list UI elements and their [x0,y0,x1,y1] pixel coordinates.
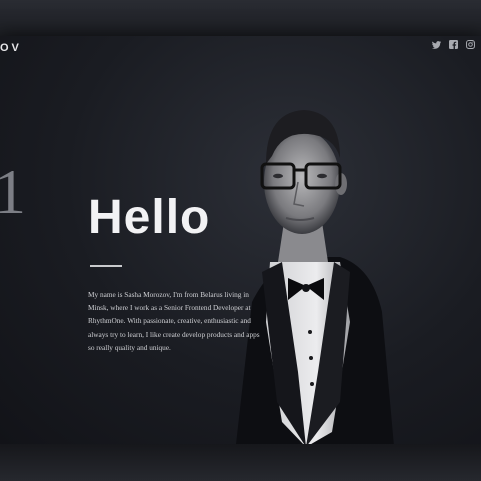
intro-paragraph: My name is Sasha Morozov, I'm from Belar… [88,290,260,352]
twitter-icon[interactable] [432,40,441,49]
landing-page-frame: 1 Hello My name is Sasha Morozov, I'm fr… [0,36,481,444]
instagram-icon[interactable] [466,40,475,49]
slide-number: 1 [0,156,26,227]
hero-title: Hello [88,191,211,244]
screen-bottom-bar [0,444,481,481]
title-underline [90,265,122,267]
screen-top-bar [0,0,481,36]
social-links [432,40,475,49]
facebook-icon[interactable] [449,40,458,49]
brand-logo-text[interactable]: OV [0,42,22,54]
portrait-image [236,110,394,444]
